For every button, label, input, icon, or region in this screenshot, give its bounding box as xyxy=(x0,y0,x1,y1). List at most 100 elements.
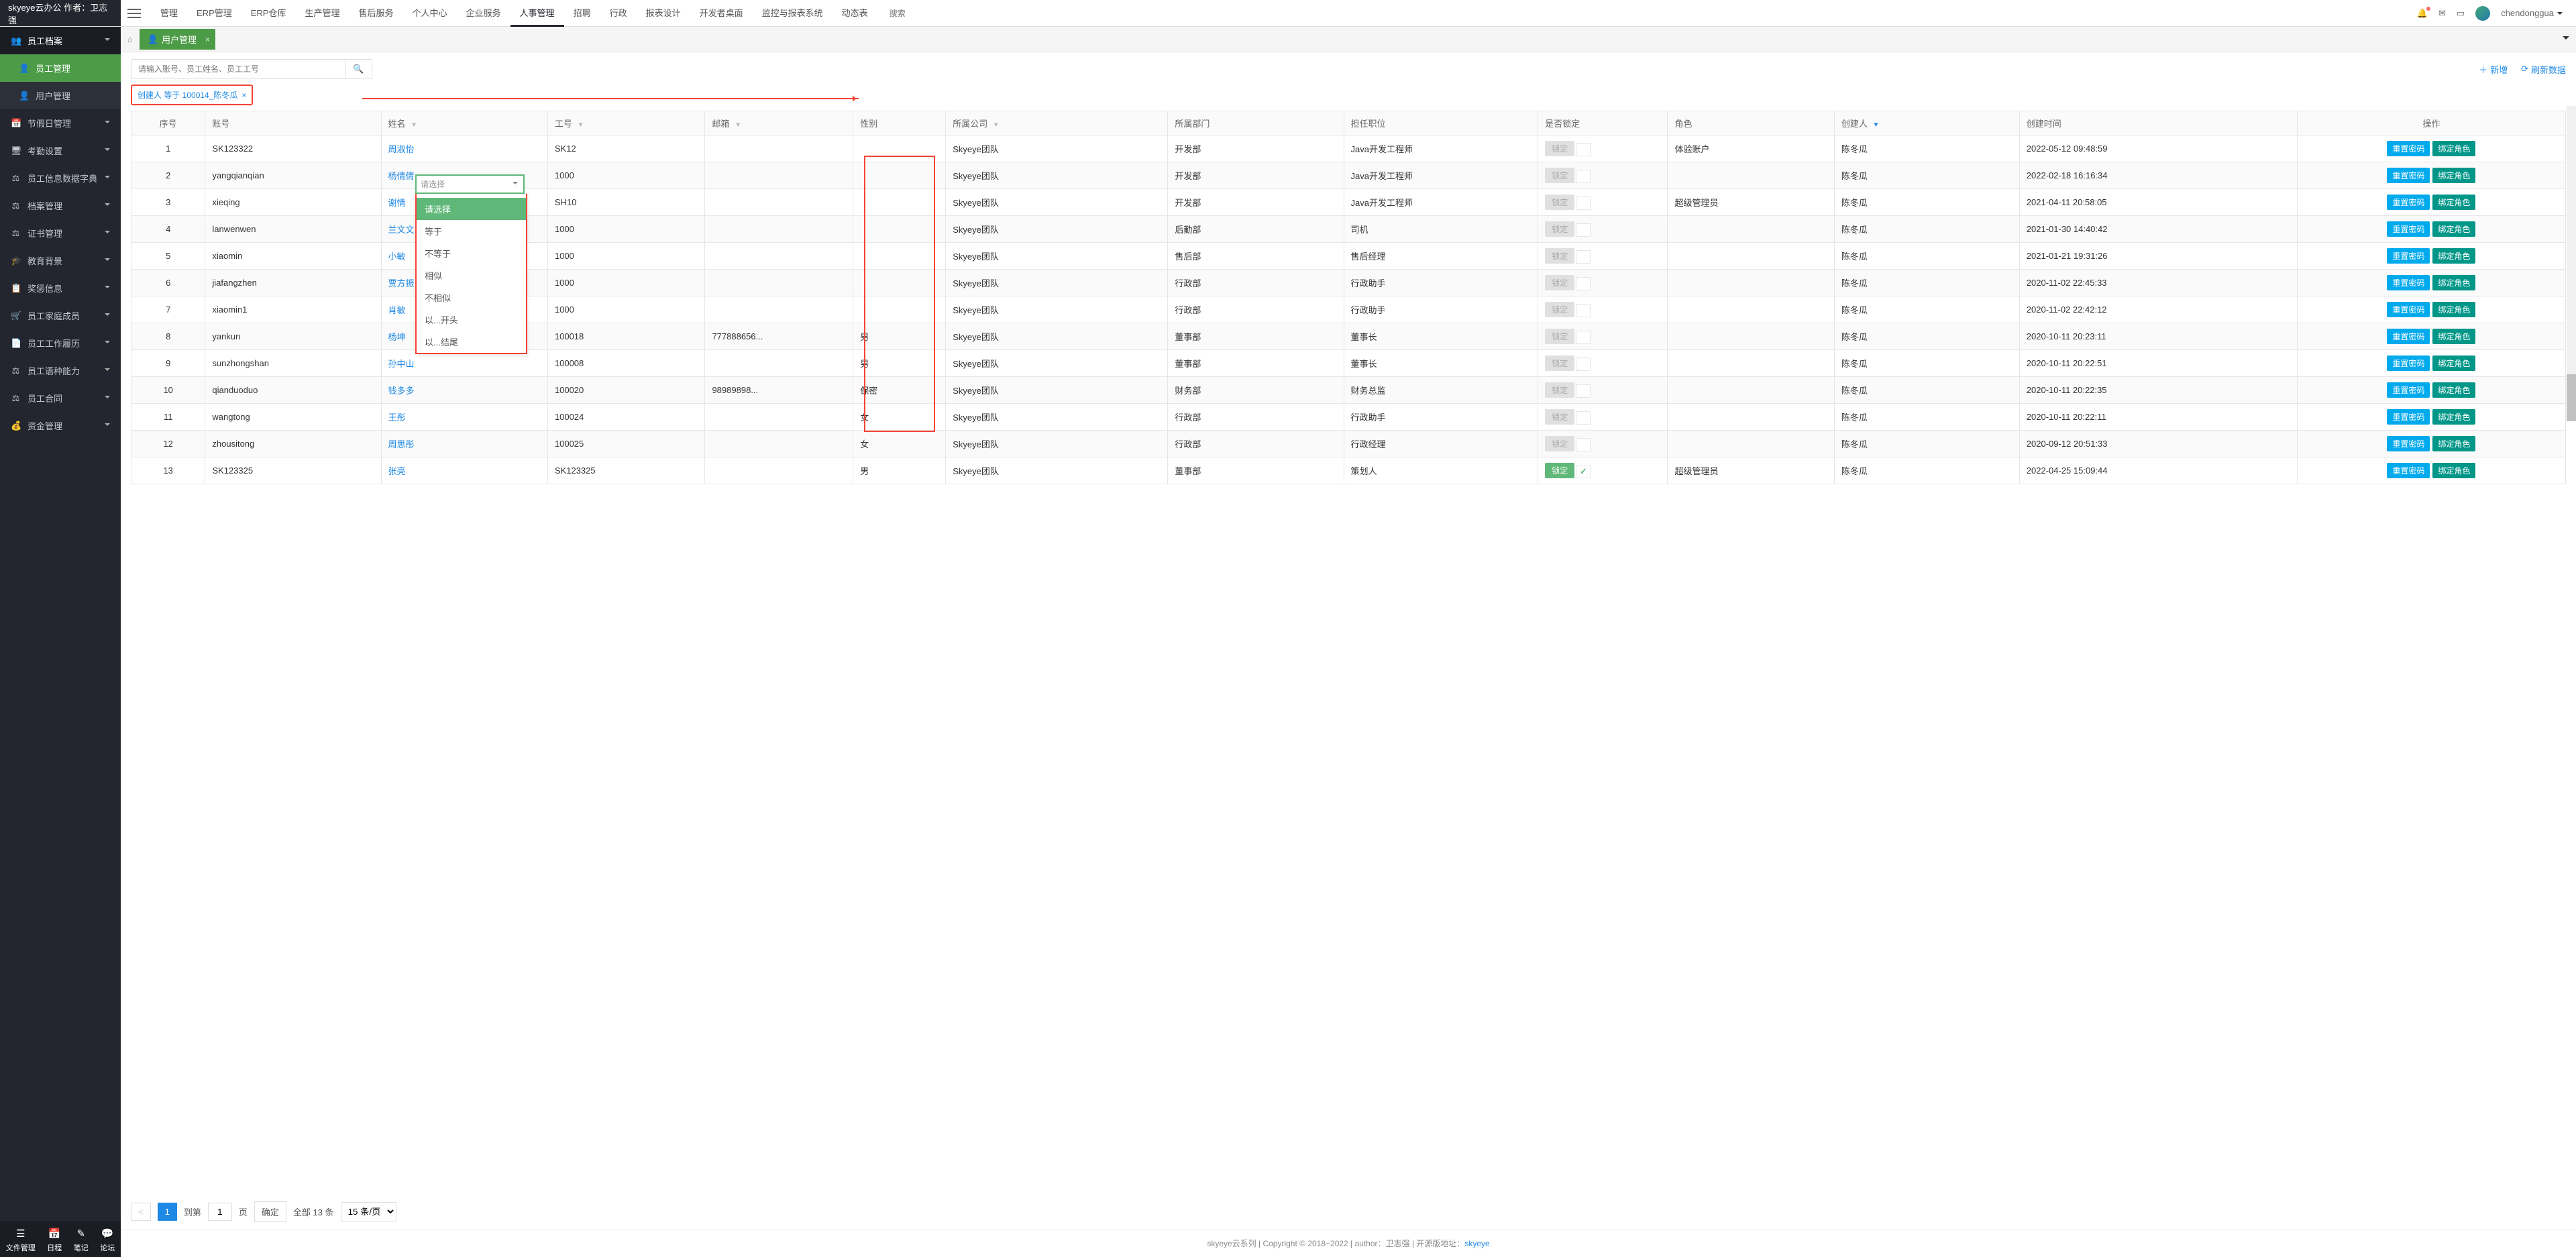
sidebar-item[interactable]: 💰资金管理 xyxy=(0,412,121,439)
topnav-11[interactable]: 开发者桌面 xyxy=(690,0,753,27)
page-input[interactable] xyxy=(208,1203,232,1221)
close-icon[interactable]: × xyxy=(241,91,246,100)
lock-button[interactable]: 锁定 xyxy=(1545,275,1574,290)
reset-pw-button[interactable]: 重置密码 xyxy=(2387,329,2430,344)
filter-option[interactable]: 以...结尾 xyxy=(417,331,526,353)
lock-check[interactable] xyxy=(1576,331,1591,344)
search-input[interactable]: 🔍 xyxy=(131,59,372,79)
lock-button[interactable]: 锁定 xyxy=(1545,248,1574,264)
bind-role-button[interactable]: 绑定角色 xyxy=(2432,221,2475,237)
name-link[interactable]: 张亮 xyxy=(388,466,406,476)
bind-role-button[interactable]: 绑定角色 xyxy=(2432,356,2475,371)
scrollbar[interactable] xyxy=(2567,106,2576,421)
reset-pw-button[interactable]: 重置密码 xyxy=(2387,248,2430,264)
lock-button[interactable]: 锁定 xyxy=(1545,329,1574,344)
filter-icon[interactable]: ▼ xyxy=(411,121,417,129)
bind-role-button[interactable]: 绑定角色 xyxy=(2432,436,2475,451)
lock-check[interactable] xyxy=(1576,304,1591,317)
filter-option[interactable]: 以...开头 xyxy=(417,309,526,331)
reset-pw-button[interactable]: 重置密码 xyxy=(2387,436,2430,451)
filter-icon[interactable]: ▼ xyxy=(993,121,1000,129)
lock-check[interactable] xyxy=(1576,384,1591,398)
sidebar-item[interactable]: 📄员工工作履历 xyxy=(0,329,121,357)
topnav-6[interactable]: 企业服务 xyxy=(457,0,511,27)
lock-check[interactable] xyxy=(1576,250,1591,264)
sidebar-item[interactable]: 🛒员工家庭成员 xyxy=(0,302,121,329)
bind-role-button[interactable]: 绑定角色 xyxy=(2432,248,2475,264)
filter-chip[interactable]: 创建人 等于 100014_陈冬瓜 × xyxy=(138,89,246,101)
lock-button[interactable]: 锁定 xyxy=(1545,302,1574,317)
add-button[interactable]: ＋新增 xyxy=(2479,63,2508,76)
prev-page[interactable]: < xyxy=(131,1203,151,1221)
lock-button[interactable]: 锁定 xyxy=(1545,168,1574,183)
lock-check[interactable] xyxy=(1576,438,1591,451)
reset-pw-button[interactable]: 重置密码 xyxy=(2387,356,2430,371)
name-link[interactable]: 钱多多 xyxy=(388,386,415,396)
name-link[interactable]: 贾方振 xyxy=(388,278,415,288)
name-link[interactable]: 王彤 xyxy=(388,413,406,423)
lock-check[interactable] xyxy=(1576,277,1591,290)
name-link[interactable]: 小敏 xyxy=(388,252,406,262)
calendar-icon[interactable]: ▭ xyxy=(2457,8,2465,19)
filter-option[interactable]: 相似 xyxy=(417,264,526,286)
tab-more[interactable] xyxy=(2563,34,2569,45)
bottom-tool[interactable]: 📅日程 xyxy=(47,1227,62,1253)
sidebar-item[interactable]: ⚖证书管理 xyxy=(0,219,121,247)
search-icon[interactable]: 🔍 xyxy=(345,60,372,78)
bind-role-button[interactable]: 绑定角色 xyxy=(2432,302,2475,317)
bottom-tool[interactable]: ☰文件管理 xyxy=(6,1227,36,1253)
bottom-tool[interactable]: 💬论坛 xyxy=(100,1227,115,1253)
page-size[interactable]: 15 条/页 xyxy=(341,1202,396,1221)
lock-check[interactable] xyxy=(1576,143,1591,156)
topnav-3[interactable]: 生产管理 xyxy=(295,0,349,27)
tab-user-mgmt[interactable]: 👤 用户管理 × xyxy=(140,29,215,50)
name-link[interactable]: 谢情 xyxy=(388,198,406,208)
bind-role-button[interactable]: 绑定角色 xyxy=(2432,463,2475,478)
filter-icon[interactable]: ▼ xyxy=(578,121,584,129)
lock-check[interactable] xyxy=(1576,197,1591,210)
refresh-button[interactable]: ⟳刷新数据 xyxy=(2521,63,2566,76)
name-link[interactable]: 杨倩倩 xyxy=(388,171,415,181)
sidebar-item[interactable]: ⚖员工合同 xyxy=(0,384,121,412)
lock-button[interactable]: 锁定 xyxy=(1545,382,1574,398)
topnav-5[interactable]: 个人中心 xyxy=(403,0,457,27)
sidebar-item[interactable]: ⚖档案管理 xyxy=(0,192,121,219)
lock-button[interactable]: 锁定 xyxy=(1545,141,1574,156)
reset-pw-button[interactable]: 重置密码 xyxy=(2387,195,2430,210)
sidebar-item[interactable]: 🖥考勤设置 xyxy=(0,137,121,164)
reset-pw-button[interactable]: 重置密码 xyxy=(2387,382,2430,398)
name-link[interactable]: 兰文文 xyxy=(388,225,415,235)
lock-check[interactable] xyxy=(1576,411,1591,425)
topnav-12[interactable]: 监控与报表系统 xyxy=(753,0,833,27)
filter-icon[interactable]: ▼ xyxy=(1872,121,1879,129)
bind-role-button[interactable]: 绑定角色 xyxy=(2432,382,2475,398)
goto-confirm[interactable]: 确定 xyxy=(254,1201,286,1222)
name-link[interactable]: 周淑怡 xyxy=(388,144,415,154)
user-menu[interactable]: chendonggua xyxy=(2501,8,2563,18)
topnav-0[interactable]: 管理 xyxy=(151,0,187,27)
close-icon[interactable]: × xyxy=(205,35,210,44)
filter-icon[interactable]: ▼ xyxy=(735,121,741,129)
sidebar-item[interactable]: 📋奖惩信息 xyxy=(0,274,121,302)
reset-pw-button[interactable]: 重置密码 xyxy=(2387,168,2430,183)
sidebar-item[interactable]: 🎓教育背景 xyxy=(0,247,121,274)
topnav-2[interactable]: ERP仓库 xyxy=(241,0,296,27)
page-1[interactable]: 1 xyxy=(158,1203,177,1221)
name-link[interactable]: 周思彤 xyxy=(388,439,415,449)
home-icon[interactable]: ⌂ xyxy=(127,34,133,44)
topnav-8[interactable]: 招聘 xyxy=(564,0,600,27)
reset-pw-button[interactable]: 重置密码 xyxy=(2387,141,2430,156)
filter-select[interactable]: 请选择 xyxy=(415,174,525,194)
reset-pw-button[interactable]: 重置密码 xyxy=(2387,275,2430,290)
lock-check[interactable] xyxy=(1576,170,1591,183)
name-link[interactable]: 杨坤 xyxy=(388,332,406,342)
reset-pw-button[interactable]: 重置密码 xyxy=(2387,409,2430,425)
lock-check[interactable] xyxy=(1576,223,1591,237)
bind-role-button[interactable]: 绑定角色 xyxy=(2432,141,2475,156)
global-search[interactable] xyxy=(884,5,938,21)
lock-button[interactable]: 锁定 xyxy=(1545,356,1574,371)
topnav-1[interactable]: ERP管理 xyxy=(187,0,241,27)
lock-button[interactable]: 锁定 xyxy=(1545,409,1574,425)
repo-link[interactable]: skyeye xyxy=(1464,1239,1489,1248)
lock-button[interactable]: 锁定 xyxy=(1545,221,1574,237)
